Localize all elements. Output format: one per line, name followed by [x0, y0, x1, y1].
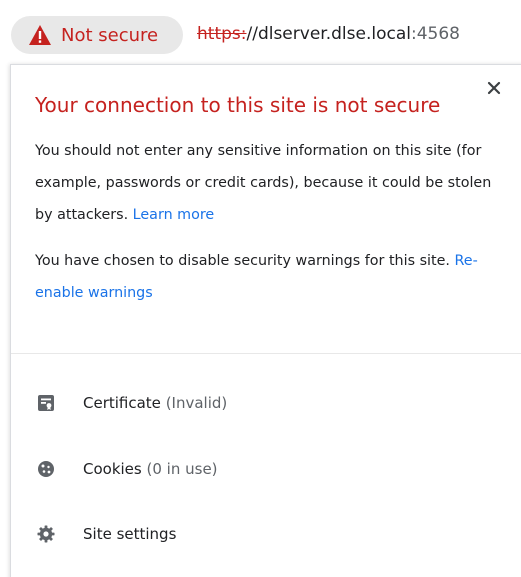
- close-button[interactable]: [483, 77, 505, 99]
- warning-text: You should not enter any sensitive infor…: [35, 143, 492, 223]
- address-bar[interactable]: Not secure https://dlserver.dlse.local:4…: [0, 0, 521, 64]
- url-port: :4568: [410, 24, 460, 44]
- close-icon: [487, 81, 501, 95]
- url-scheme: https:: [197, 24, 247, 44]
- url-host: //dlserver.dlse.local: [246, 24, 411, 44]
- learn-more-link[interactable]: Learn more: [133, 207, 215, 223]
- certificate-icon: [38, 395, 54, 411]
- not-secure-label: Not secure: [61, 24, 159, 46]
- site-settings-label: Site settings: [83, 525, 177, 543]
- disabled-warnings-text: You have chosen to disable security warn…: [35, 253, 450, 269]
- cookie-icon: [38, 461, 54, 477]
- cookies-label-group: Cookies (0 in use): [83, 460, 218, 478]
- cookies-label: Cookies: [83, 460, 142, 478]
- cookies-count: (0 in use): [146, 460, 218, 478]
- disabled-warnings-paragraph: You have chosen to disable security warn…: [35, 245, 495, 309]
- page-info-popup-screen: Not secure https://dlserver.dlse.local:4…: [0, 0, 521, 577]
- warning-triangle-icon: [29, 25, 51, 45]
- certificate-label-group: Certificate (Invalid): [83, 394, 227, 412]
- security-chip[interactable]: Not secure: [11, 16, 183, 54]
- url-text[interactable]: https://dlserver.dlse.local:4568: [197, 24, 460, 44]
- divider: [11, 353, 521, 354]
- gear-icon: [37, 525, 55, 543]
- cookies-item[interactable]: Cookies (0 in use): [11, 443, 521, 495]
- warning-paragraph: You should not enter any sensitive infor…: [35, 135, 495, 231]
- site-settings-item[interactable]: Site settings: [11, 508, 521, 560]
- bubble-title: Your connection to this site is not secu…: [35, 93, 441, 117]
- certificate-status: (Invalid): [165, 394, 228, 412]
- certificate-label: Certificate: [83, 394, 161, 412]
- certificate-item[interactable]: Certificate (Invalid): [11, 377, 521, 429]
- page-info-bubble: Your connection to this site is not secu…: [10, 64, 521, 577]
